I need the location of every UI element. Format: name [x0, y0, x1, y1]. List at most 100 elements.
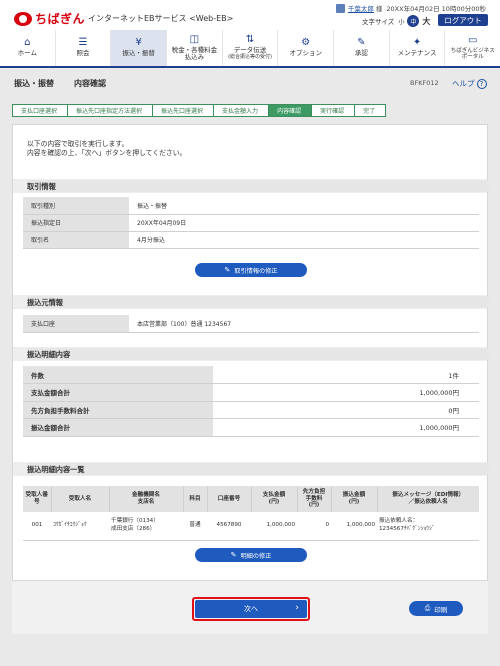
font-size-switcher: 文字サイズ 小 中 大 [362, 15, 433, 27]
nav-label: ちばぎんビジネスポータル [450, 47, 495, 60]
payment-amount: 1,000,000 [251, 512, 297, 541]
nav-label: メンテナンス [397, 49, 437, 58]
table-row: 001 ｺｳｶﾞｲﾁｺｳｼﾞｮｳ 千葉銀行（0134） 成田支店（286） 普通… [23, 512, 479, 541]
table-header-row: 受取人番号 受取人名 金融機関名 支店名 科目 口座番号 支払金額 (円) 先方… [23, 486, 479, 512]
transfer-icon: ⇅ [245, 34, 255, 46]
section-heading-text: 振込明細内容 [27, 350, 71, 359]
font-size-label: 文字サイズ [362, 18, 395, 26]
next-button[interactable]: 次へ › [195, 600, 307, 618]
nav-label: 税金・各種料金払込み [171, 45, 218, 61]
button-label: 取引情報の修正 [234, 267, 278, 275]
intro-text: 以下の内容で取引を実行します。 内容を確認の上、「次へ」ボタンを押してください。 [27, 140, 186, 158]
nav-home[interactable]: ⌂ ホーム [0, 30, 56, 66]
recipient-number: 001 [23, 512, 51, 541]
button-label: 印刷 [434, 605, 448, 614]
help-icon: ? [476, 79, 487, 89]
edit-transaction-button[interactable]: ✎ 取引情報の修正 [195, 263, 307, 277]
progress-steps: 支払口座選択 振込先口座指定方法選択 振込先口座選択 支払金額入力 内容確認 実… [12, 104, 387, 117]
font-size-small-button[interactable]: 小 [398, 17, 404, 26]
edit-detail-button[interactable]: ✎ 明細の修正 [195, 548, 307, 562]
logout-button[interactable]: ログアウト [438, 14, 488, 26]
step-item: 支払口座選択 [12, 104, 69, 117]
nav-label: ホーム [17, 49, 37, 58]
row-value: 1,000,000円 [213, 418, 479, 437]
help-link[interactable]: ヘルプ? [452, 78, 487, 89]
source-table: 支払口座 本店営業部（100）普通 1234567 [23, 315, 479, 333]
maintenance-icon: ✦ [412, 37, 422, 49]
main-card: 以下の内容で取引を実行します。 内容を確認の上、「次へ」ボタンを押してください。… [12, 124, 489, 634]
step-item: 振込先口座指定方法選択 [67, 104, 154, 117]
section-heading-text: 取引情報 [27, 182, 56, 191]
user-suffix: 様 [375, 5, 383, 13]
transfer-amount: 1,000,000 [331, 512, 377, 541]
section-heading-source: 振込元情報 [27, 296, 489, 308]
button-label: 明細の修正 [240, 552, 272, 560]
user-name[interactable]: 千葉太郎 [348, 3, 374, 13]
nav-label: 振込・振替 [122, 49, 155, 58]
branch-name: 成田支店（286） [111, 525, 156, 532]
row-value: 20XX年04月09日 [129, 214, 479, 232]
section-heading-text: 振込明細内容一覧 [27, 465, 85, 474]
chevron-right-icon: › [295, 603, 299, 613]
row-label: 件数 [23, 366, 213, 384]
printer-icon: ⎙ [424, 604, 431, 612]
help-label: ヘルプ [452, 79, 475, 88]
row-label: 先方負担手数料合計 [23, 401, 213, 419]
step-item: 実行確認 [311, 104, 356, 117]
global-nav: ⌂ ホーム ☰ 照会 ¥ 振込・振替 ◫ 税金・各種料金払込み ⇅ データ伝送 … [0, 30, 500, 68]
pencil-icon: ✎ [230, 551, 237, 559]
bill-icon: ◫ [189, 33, 200, 45]
brand-mark-icon [14, 11, 32, 26]
table-row: 支払口座 本店営業部（100）普通 1234567 [23, 315, 479, 333]
row-label: 支払口座 [23, 315, 129, 333]
step-item-current: 内容確認 [268, 104, 313, 117]
nav-options[interactable]: ⚙ オプション [278, 30, 335, 66]
nav-inquiry[interactable]: ☰ 照会 [56, 30, 112, 66]
nav-label: オプション [289, 49, 322, 58]
row-label: 取引種別 [23, 197, 129, 215]
brand-logo[interactable]: ちばぎん [14, 10, 85, 27]
requester-name: 1234567ﾁﾊﾞｸﾞﾝｼｮｳｼﾞ [379, 525, 435, 532]
home-icon: ⌂ [24, 37, 31, 49]
message-label: 振込依頼人名： [379, 518, 419, 525]
table-row: 件数 1件 [23, 366, 479, 384]
recipient-name: ｺｳｶﾞｲﾁｺｳｼﾞｮｳ [51, 512, 109, 541]
service-name: インターネットEBサービス <Web-EB> [88, 14, 234, 23]
col-header: 支払金額 (円) [251, 486, 298, 512]
col-header: 科目 [183, 486, 208, 512]
button-label: 次へ [244, 605, 258, 613]
table-row: 取引種別 振込・振替 [23, 197, 479, 215]
row-value: 振込・振替 [129, 197, 479, 215]
nav-data-transfer[interactable]: ⇅ データ伝送 (総合振込等の受付) [223, 30, 279, 66]
nav-sublabel: (総合振込等の受付) [228, 53, 272, 60]
font-size-medium-button[interactable]: 中 [407, 15, 420, 27]
page-title: 内容確認 [74, 79, 106, 88]
intro-line: 内容を確認の上、「次へ」ボタンを押してください。 [27, 149, 187, 158]
table-row: 振込金額合計 1,000,000円 [23, 418, 479, 437]
detail-summary-table: 件数 1件 支払金額合計 1,000,000円 先方負担手数料合計 0円 振込金額合計… [23, 366, 479, 437]
table-row: 支払金額合計 1,000,000円 [23, 383, 479, 402]
col-header: 振込金額 (円) [331, 486, 378, 512]
row-value: 4月分振込 [129, 231, 479, 249]
font-size-large-button[interactable]: 大 [422, 16, 430, 27]
nav-label: 照会 [76, 49, 90, 58]
col-header: 口座番号 [207, 486, 252, 512]
approval-icon: ✎ [357, 37, 366, 49]
nav-label: 承認 [354, 49, 368, 58]
list-icon: ☰ [78, 37, 88, 49]
nav-approval[interactable]: ✎ 承認 [334, 30, 390, 66]
detail-list-table: 受取人番号 受取人名 金融機関名 支店名 科目 口座番号 支払金額 (円) 先方… [23, 486, 479, 541]
row-label: 支払金額合計 [23, 383, 213, 402]
row-label: 振込金額合計 [23, 418, 213, 437]
nav-business-portal[interactable]: ▭ ちばぎんビジネスポータル [445, 30, 500, 66]
nav-maintenance[interactable]: ✦ メンテナンス [390, 30, 446, 66]
nav-transfer[interactable]: ¥ 振込・振替 [111, 30, 168, 66]
nav-tax-payment[interactable]: ◫ 税金・各種料金払込み [167, 30, 223, 66]
print-button[interactable]: ⎙ 印刷 [409, 601, 463, 616]
brand-name: ちばぎん [35, 12, 86, 26]
row-value: 本店営業部（100）普通 1234567 [129, 315, 479, 333]
row-value: 0円 [213, 401, 479, 419]
section-heading-list: 振込明細内容一覧 [27, 463, 489, 475]
pencil-icon: ✎ [224, 266, 231, 274]
row-label: 振込指定日 [23, 214, 129, 232]
